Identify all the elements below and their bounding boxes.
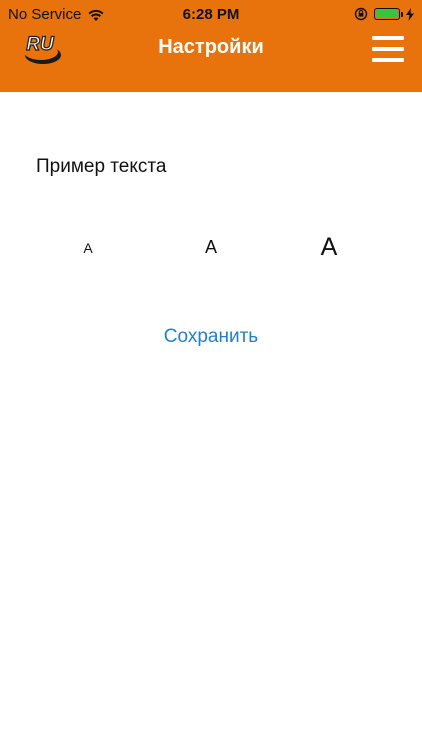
- orientation-lock-icon: [354, 7, 368, 21]
- save-button[interactable]: Сохранить: [0, 326, 422, 348]
- font-size-small-button[interactable]: A: [68, 240, 108, 256]
- status-right: [354, 7, 414, 21]
- font-size-medium-button[interactable]: A: [191, 237, 231, 258]
- page-title: Настройки: [158, 36, 264, 58]
- menu-button[interactable]: [372, 36, 404, 64]
- charging-bolt-icon: [406, 7, 414, 21]
- battery-tip: [401, 12, 403, 17]
- menu-bar-bottom: [372, 58, 404, 62]
- status-bar: No Service 6:28 PM: [0, 0, 422, 30]
- menu-bar-middle: [372, 47, 404, 51]
- battery-icon: [374, 8, 403, 20]
- battery-level: [376, 10, 398, 18]
- font-size-large-button[interactable]: A: [309, 233, 349, 262]
- settings-screen: No Service 6:28 PM RU Настройки Пример т…: [0, 0, 422, 750]
- header: No Service 6:28 PM RU Настройки: [0, 0, 422, 92]
- menu-bar-top: [372, 36, 404, 40]
- sample-text: Пример текста: [36, 156, 167, 177]
